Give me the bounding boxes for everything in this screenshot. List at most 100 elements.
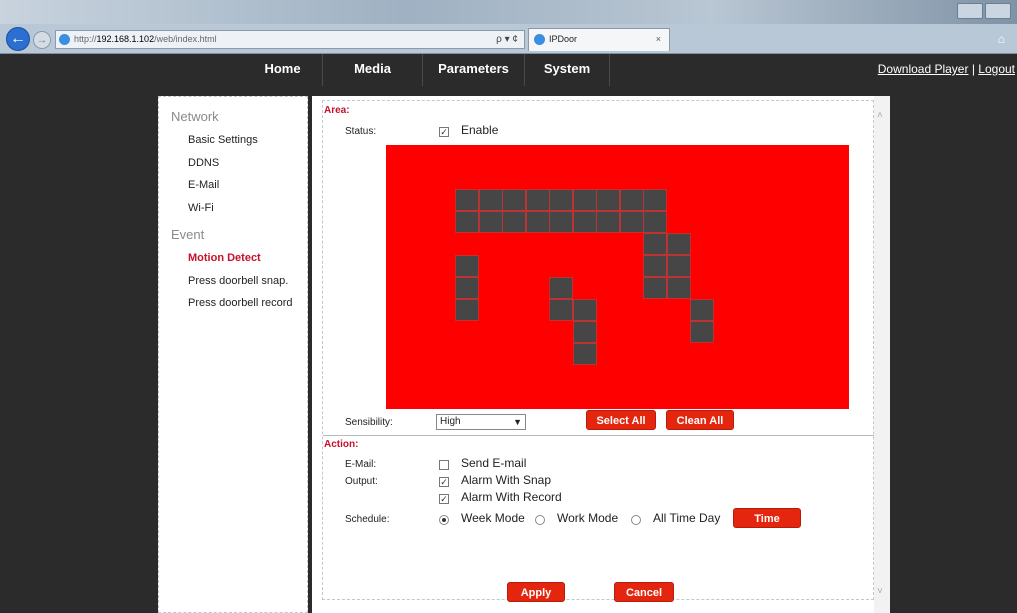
forward-arrow-icon[interactable]: → [33, 31, 51, 49]
window-controls [957, 3, 1011, 19]
sidebar-item-wifi[interactable]: Wi-Fi [188, 202, 214, 214]
all-time-day-radio[interactable] [631, 515, 641, 525]
selected-area-cell[interactable] [525, 211, 550, 233]
tab-favicon-icon [534, 34, 545, 45]
enable-label: Enable [461, 123, 499, 137]
main-panel: Area: Status: ✓ Enable Sensibility: High… [312, 96, 890, 613]
home-icon[interactable]: ⌂ [998, 32, 1005, 46]
selected-area-cell[interactable] [502, 189, 526, 211]
selected-area-cell[interactable] [572, 211, 597, 233]
selected-area-cell[interactable] [690, 299, 714, 321]
sidebar-heading-network: Network [171, 109, 219, 124]
sidebar-item-ddns[interactable]: DDNS [188, 157, 219, 169]
selected-area-cell[interactable] [455, 255, 479, 277]
selected-area-cell[interactable] [619, 189, 644, 211]
scroll-down-icon[interactable]: ˅ [877, 586, 883, 597]
selected-area-cell[interactable] [549, 299, 573, 321]
selected-area-cell[interactable] [643, 211, 667, 233]
motion-detect-form: Area: Status: ✓ Enable Sensibility: High… [322, 100, 875, 600]
logout-link[interactable]: Logout [978, 62, 1015, 76]
browser-toolbar: ← → http://192.168.1.102/web/index.html … [0, 24, 1017, 54]
motion-area-grid[interactable] [386, 145, 849, 409]
apply-button[interactable]: Apply [507, 582, 565, 602]
send-email-checkbox[interactable] [439, 460, 449, 470]
selected-area-cell[interactable] [478, 211, 503, 233]
browser-tab[interactable]: IPDoor × [528, 28, 670, 51]
nav-system[interactable]: System [525, 54, 610, 86]
selected-area-cell[interactable] [596, 211, 620, 233]
selected-area-cell[interactable] [478, 189, 503, 211]
select-all-button[interactable]: Select All [586, 410, 656, 430]
selected-area-cell[interactable] [643, 255, 667, 277]
selected-area-cell[interactable] [572, 343, 597, 365]
selected-area-cell[interactable] [690, 321, 714, 343]
top-nav: Home Media Parameters System Download Pl… [0, 54, 1017, 86]
alarm-record-label: Alarm With Record [461, 490, 562, 504]
nav-separator: | [971, 62, 975, 76]
selected-area-cell[interactable] [549, 211, 573, 233]
sensibility-select[interactable]: High ▼ [436, 414, 526, 430]
week-mode-radio[interactable] [439, 515, 449, 525]
alarm-snap-checkbox[interactable]: ✓ [439, 477, 449, 487]
selected-area-cell[interactable] [455, 299, 479, 321]
download-player-link[interactable]: Download Player [878, 62, 969, 76]
selected-area-cell[interactable] [549, 189, 573, 211]
sidebar-item-doorbell-snap[interactable]: Press doorbell snap. [188, 275, 288, 287]
alarm-record-checkbox[interactable]: ✓ [439, 494, 449, 504]
selected-area-cell[interactable] [455, 211, 479, 233]
selected-area-cell[interactable] [502, 211, 526, 233]
email-label: E-Mail: [345, 459, 377, 470]
nav-home[interactable]: Home [243, 54, 323, 86]
schedule-label: Schedule: [345, 514, 390, 525]
enable-checkbox[interactable]: ✓ [439, 127, 449, 137]
selected-area-cell[interactable] [455, 277, 479, 299]
sidebar-item-doorbell-record[interactable]: Press doorbell record [188, 297, 293, 309]
settings-sidebar: Network Basic Settings DDNS E-Mail Wi-Fi… [158, 96, 308, 613]
selected-area-cell[interactable] [525, 189, 550, 211]
address-bar[interactable]: http://192.168.1.102/web/index.html ρ ▾ … [55, 30, 525, 49]
nav-parameters[interactable]: Parameters [423, 54, 525, 86]
all-time-day-label: All Time Day [653, 511, 721, 525]
output-label: Output: [345, 476, 378, 487]
right-background [890, 86, 1017, 613]
selected-area-cell[interactable] [666, 277, 691, 299]
work-mode-radio[interactable] [535, 515, 545, 525]
sidebar-heading-event: Event [171, 227, 205, 242]
selected-area-cell[interactable] [572, 189, 597, 211]
minimize-icon[interactable] [957, 3, 983, 19]
selected-area-cell[interactable] [666, 233, 691, 255]
action-section-title: Action: [324, 439, 359, 450]
clean-all-button[interactable]: Clean All [666, 410, 734, 430]
maximize-icon[interactable] [985, 3, 1011, 19]
ie-logo-icon [59, 34, 70, 45]
selected-area-cell[interactable] [549, 277, 573, 299]
selected-area-cell[interactable] [572, 299, 597, 321]
selected-area-cell[interactable] [643, 233, 667, 255]
tab-close-icon[interactable]: × [656, 29, 661, 50]
selected-area-cell[interactable] [619, 211, 644, 233]
selected-area-cell[interactable] [643, 189, 667, 211]
selected-area-cell[interactable] [572, 321, 597, 343]
selected-area-cell[interactable] [643, 277, 667, 299]
work-mode-label: Work Mode [557, 511, 619, 525]
scroll-up-icon[interactable]: ˄ [877, 110, 883, 121]
back-arrow-icon[interactable]: ← [6, 27, 30, 51]
url-host: 192.168.1.102 [96, 34, 155, 44]
nav-media[interactable]: Media [323, 54, 423, 86]
selected-area-cell[interactable] [666, 255, 691, 277]
sensibility-label: Sensibility: [345, 417, 393, 428]
sidebar-item-email[interactable]: E-Mail [188, 179, 219, 191]
scrollbar[interactable]: ˄ ˅ [874, 96, 890, 613]
selected-area-cell[interactable] [596, 189, 620, 211]
send-email-label: Send E-mail [461, 456, 527, 470]
sidebar-item-motion-detect[interactable]: Motion Detect [188, 252, 261, 264]
selected-area-cell[interactable] [455, 189, 479, 211]
search-refresh-icon[interactable]: ρ ▾ ¢ [496, 31, 518, 48]
left-background [0, 86, 158, 613]
week-mode-label: Week Mode [461, 511, 525, 525]
url-prefix: http:// [74, 34, 97, 44]
cancel-button[interactable]: Cancel [614, 582, 674, 602]
alarm-snap-label: Alarm With Snap [461, 473, 552, 487]
sidebar-item-basic-settings[interactable]: Basic Settings [188, 134, 258, 146]
time-button[interactable]: Time [733, 508, 801, 528]
